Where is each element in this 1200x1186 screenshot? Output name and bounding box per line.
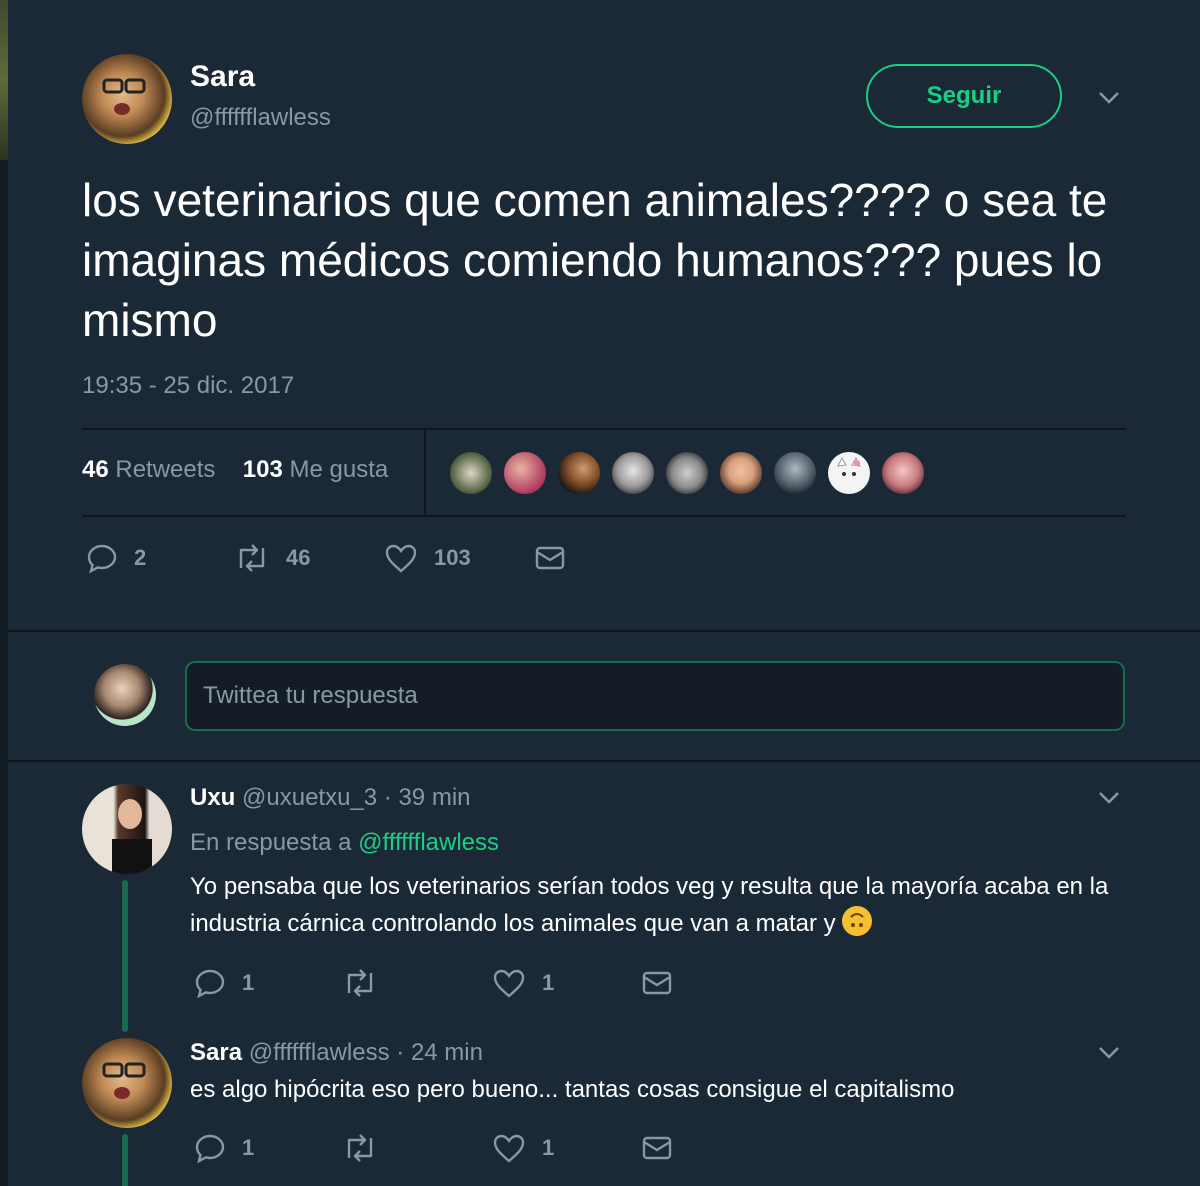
background-strip bbox=[0, 0, 8, 1186]
reply-header: Sara @fffffflawless · 24 min bbox=[190, 1039, 483, 1067]
liker-avatar[interactable] bbox=[664, 450, 710, 496]
reply-header: Uxu @uxuetxu_3 · 39 min bbox=[190, 784, 471, 812]
reply-action[interactable]: 2 bbox=[86, 542, 146, 574]
reply-avatar[interactable] bbox=[82, 784, 172, 874]
liker-avatar[interactable] bbox=[880, 450, 926, 496]
reply-chevron-icon[interactable] bbox=[1098, 1041, 1120, 1068]
author-handle[interactable]: @fffffflawless bbox=[190, 104, 331, 132]
reply-chevron-icon[interactable] bbox=[1098, 786, 1120, 813]
heart-icon bbox=[385, 544, 417, 573]
in-reply-to-label: En respuesta a bbox=[190, 829, 352, 856]
retweet-icon bbox=[239, 544, 265, 572]
direct-message-action[interactable] bbox=[534, 542, 566, 574]
divider bbox=[82, 428, 1126, 430]
tweet-options-chevron-icon[interactable] bbox=[1098, 86, 1120, 113]
envelope-icon bbox=[642, 971, 672, 995]
reply-author-name[interactable]: Uxu bbox=[190, 784, 235, 811]
thread-line bbox=[122, 880, 128, 1032]
in-reply-to: En respuesta a @fffffflawless bbox=[190, 829, 499, 857]
stats-divider bbox=[424, 430, 426, 516]
tweet-text: los veterinarios que comen animales???? … bbox=[82, 174, 1108, 346]
like-action[interactable]: 103 bbox=[384, 542, 471, 574]
retweet-icon bbox=[347, 969, 373, 997]
reply-action[interactable]: 1 bbox=[194, 1132, 254, 1164]
liker-avatar[interactable] bbox=[772, 450, 818, 496]
liker-avatar[interactable] bbox=[556, 450, 602, 496]
reply-icon bbox=[195, 1134, 225, 1164]
reply-compose-input[interactable]: Twittea tu respuesta bbox=[185, 661, 1125, 731]
liker-avatar[interactable] bbox=[502, 450, 548, 496]
author-name[interactable]: Sara bbox=[190, 60, 255, 94]
reply-icon bbox=[87, 544, 117, 574]
cat-face-icon bbox=[837, 456, 861, 476]
section-divider bbox=[8, 630, 1200, 632]
liker-avatar[interactable] bbox=[826, 450, 872, 496]
avatar-face-icon bbox=[102, 1062, 146, 1099]
retweets-label: Retweets bbox=[115, 456, 216, 483]
follow-button[interactable]: Seguir bbox=[866, 64, 1062, 128]
likes-stat[interactable]: 103 Me gusta bbox=[243, 456, 388, 483]
retweet-icon bbox=[347, 1134, 373, 1162]
selfie-icon bbox=[112, 799, 152, 874]
liker-avatar[interactable] bbox=[448, 450, 494, 496]
retweet-action[interactable]: 46 bbox=[234, 542, 310, 574]
reply-count: 2 bbox=[134, 545, 147, 570]
background-photo bbox=[0, 0, 8, 160]
reply-compose-placeholder: Twittea tu respuesta bbox=[203, 682, 418, 709]
retweet-action[interactable] bbox=[342, 967, 394, 999]
like-count: 1 bbox=[542, 1135, 555, 1160]
envelope-icon bbox=[642, 1136, 672, 1160]
direct-message-action[interactable] bbox=[641, 967, 673, 999]
like-count: 1 bbox=[542, 970, 555, 995]
reply-action[interactable]: 1 bbox=[194, 967, 254, 999]
heart-icon bbox=[493, 1134, 525, 1163]
thread-line bbox=[122, 1134, 128, 1186]
upside-down-face-emoji bbox=[841, 906, 872, 936]
reply-text: Yo pensaba que los veterinarios serían t… bbox=[190, 873, 1109, 937]
divider bbox=[82, 515, 1126, 517]
in-reply-to-handle[interactable]: @fffffflawless bbox=[358, 829, 499, 856]
envelope-icon bbox=[535, 546, 565, 570]
retweets-count: 46 bbox=[82, 456, 109, 483]
reply-avatar[interactable] bbox=[82, 1038, 172, 1128]
retweet-count: 46 bbox=[286, 545, 311, 570]
retweet-action[interactable] bbox=[342, 1132, 394, 1164]
reply-text: es algo hipócrita eso pero bueno... tant… bbox=[190, 1076, 955, 1103]
section-divider bbox=[8, 760, 1200, 762]
reply-icon bbox=[195, 969, 225, 999]
avatar-face-icon bbox=[102, 78, 146, 115]
like-count: 103 bbox=[434, 545, 471, 570]
tweet-timestamp[interactable]: 19:35 - 25 dic. 2017 bbox=[82, 372, 294, 400]
like-action[interactable]: 1 bbox=[492, 1132, 554, 1164]
direct-message-action[interactable] bbox=[641, 1132, 673, 1164]
reply-count: 1 bbox=[242, 970, 255, 995]
heart-icon bbox=[493, 969, 525, 998]
liker-avatar[interactable] bbox=[718, 450, 764, 496]
like-action[interactable]: 1 bbox=[492, 967, 554, 999]
reply-meta[interactable]: @uxuetxu_3 · 39 min bbox=[242, 784, 470, 811]
author-avatar[interactable] bbox=[82, 54, 172, 144]
reply-count: 1 bbox=[242, 1135, 255, 1160]
reply-meta[interactable]: @fffffflawless · 24 min bbox=[249, 1039, 483, 1066]
liker-avatar[interactable] bbox=[610, 450, 656, 496]
current-user-avatar[interactable] bbox=[94, 664, 156, 726]
retweets-stat[interactable]: 46 Retweets bbox=[82, 456, 215, 483]
engagement-stats: 46 Retweets 103 Me gusta bbox=[82, 456, 388, 484]
reply-author-name[interactable]: Sara bbox=[190, 1039, 242, 1066]
likes-count: 103 bbox=[242, 456, 283, 483]
reply-text-block: Yo pensaba que los veterinarios serían t… bbox=[190, 868, 1140, 942]
likes-label: Me gusta bbox=[289, 456, 389, 483]
